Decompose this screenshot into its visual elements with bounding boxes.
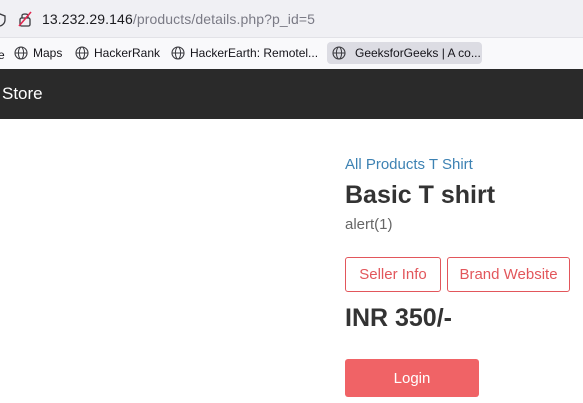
insecure-lock-icon[interactable] — [18, 11, 32, 27]
bookmark-maps[interactable]: Maps — [10, 42, 68, 64]
url-text[interactable]: 13.232.29.146/products/details.php?p_id=… — [42, 11, 315, 27]
address-bar[interactable]: 13.232.29.146/products/details.php?p_id=… — [0, 0, 583, 38]
site-navbar: Store — [0, 69, 583, 119]
brand-website-button[interactable]: Brand Website — [447, 257, 570, 292]
bookmark-hackerearth[interactable]: HackerEarth: Remotel... — [167, 42, 324, 64]
bookmark-label: HackerRank — [94, 46, 161, 60]
globe-icon — [332, 46, 346, 60]
bookmark-label: HackerEarth: Remotel... — [190, 46, 319, 60]
bookmark-geeksforgeeks[interactable]: GeeksforGeeks | A co... — [327, 42, 482, 64]
bookmarks-bar: e Maps HackerRank HackerEarth: Remotel..… — [0, 38, 583, 69]
globe-icon — [171, 46, 185, 60]
bookmark-hackerrank[interactable]: HackerRank — [71, 42, 166, 64]
bookmark-label: Maps — [33, 46, 63, 60]
product-price: INR 350/- — [345, 304, 452, 332]
product-category-link[interactable]: All Products T Shirt — [345, 156, 473, 173]
product-title: Basic T shirt — [345, 181, 496, 209]
seller-info-button[interactable]: Seller Info — [345, 257, 441, 292]
bookmark-label: GeeksforGeeks | A co... — [355, 46, 481, 60]
globe-icon — [75, 46, 89, 60]
product-description: alert(1) — [345, 216, 393, 233]
globe-icon — [14, 46, 28, 60]
login-button[interactable]: Login — [345, 359, 479, 397]
navbar-brand[interactable]: Store — [2, 84, 43, 104]
bookmark-edge-label[interactable]: e — [0, 48, 5, 62]
url-path: /products/details.php?p_id=5 — [132, 11, 316, 27]
url-host: 13.232.29.146 — [42, 11, 133, 27]
shield-icon[interactable] — [0, 13, 6, 27]
